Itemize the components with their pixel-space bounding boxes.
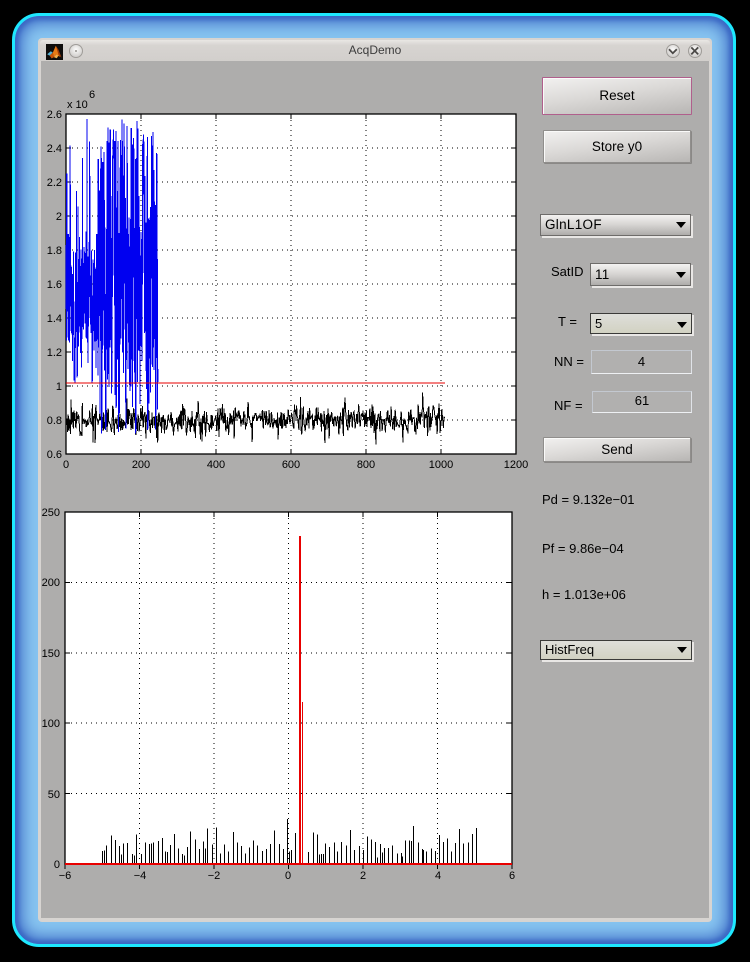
- svg-text:4: 4: [435, 870, 441, 882]
- svg-text:0.6: 0.6: [47, 449, 62, 461]
- svg-text:−6: −6: [59, 870, 72, 882]
- svg-text:−4: −4: [134, 870, 147, 882]
- svg-text:−2: −2: [208, 870, 221, 882]
- svg-text:2: 2: [56, 211, 62, 223]
- svg-text:400: 400: [207, 459, 225, 471]
- svg-text:0: 0: [63, 459, 69, 471]
- svg-text:1.6: 1.6: [47, 279, 62, 291]
- svg-text:1.4: 1.4: [47, 313, 62, 325]
- svg-text:1.2: 1.2: [47, 347, 62, 359]
- svg-text:100: 100: [42, 718, 60, 730]
- svg-text:1000: 1000: [429, 459, 453, 471]
- svg-text:2.2: 2.2: [47, 177, 62, 189]
- svg-text:600: 600: [282, 459, 300, 471]
- svg-text:1.8: 1.8: [47, 245, 62, 257]
- svg-text:200: 200: [132, 459, 150, 471]
- svg-text:x 10: x 10: [67, 99, 88, 111]
- svg-text:50: 50: [48, 789, 60, 801]
- svg-text:250: 250: [42, 507, 60, 519]
- svg-text:2.6: 2.6: [47, 109, 62, 121]
- svg-text:2.4: 2.4: [47, 143, 62, 155]
- svg-text:1200: 1200: [504, 459, 528, 471]
- svg-text:0: 0: [285, 870, 291, 882]
- svg-text:6: 6: [509, 870, 515, 882]
- svg-text:150: 150: [42, 648, 60, 660]
- svg-text:6: 6: [89, 89, 95, 101]
- svg-text:200: 200: [42, 577, 60, 589]
- svg-text:2: 2: [360, 870, 366, 882]
- svg-text:1: 1: [56, 381, 62, 393]
- svg-text:0.8: 0.8: [47, 415, 62, 427]
- svg-text:800: 800: [357, 459, 375, 471]
